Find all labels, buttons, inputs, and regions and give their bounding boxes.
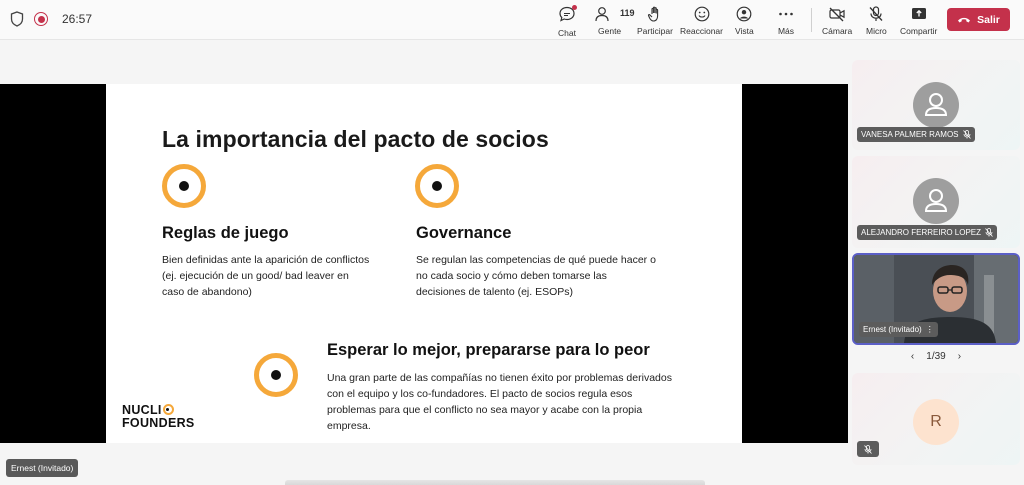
participant-tile[interactable]: ALEJANDRO FERREIRO LOPEZ	[852, 156, 1020, 248]
camera-button[interactable]: Cámara	[822, 5, 852, 36]
presentation-slide: La importancia del pacto de socios Regla…	[106, 84, 742, 443]
logo-line2: FOUNDERS	[122, 416, 195, 430]
shared-screen: La importancia del pacto de socios Regla…	[0, 84, 848, 443]
col3-heading: Esperar lo mejor, prepararse para lo peo…	[327, 341, 650, 359]
share-label: Compartir	[900, 26, 938, 36]
share-button[interactable]: Compartir	[900, 5, 937, 36]
participant-name-tag: Ernest (Invitado) ⋮	[859, 322, 938, 337]
mic-label: Micro	[866, 26, 887, 36]
page-indicator: 1/39	[926, 351, 946, 362]
participant-name-tag: VANESA PALMER RAMOS	[857, 127, 975, 142]
recording-icon	[34, 12, 48, 26]
avatar: R	[913, 399, 959, 445]
toolbar-divider	[811, 8, 812, 32]
share-icon	[911, 8, 926, 19]
participant-name: Ernest (Invitado)	[863, 325, 922, 334]
chat-label: Chat	[558, 28, 576, 38]
mic-off-indicator	[857, 441, 879, 457]
col1-body: Bien definidas ante la aparición de conf…	[162, 254, 370, 298]
leave-label: Salir	[977, 13, 1000, 26]
people-label: Gente	[598, 26, 622, 36]
presenter-name-tag: Ernest (Invitado)	[6, 459, 79, 477]
eye-icon	[415, 164, 459, 208]
hang-up-icon	[958, 17, 971, 22]
more-button[interactable]: Más	[777, 5, 795, 36]
react-label: Reaccionar	[680, 26, 723, 36]
view-label: Vista	[735, 26, 754, 36]
participant-tile[interactable]: R	[852, 373, 1020, 465]
raise-hand-button[interactable]: Participar	[637, 5, 673, 36]
view-button[interactable]: Vista	[735, 5, 754, 36]
hand-icon	[647, 6, 659, 22]
mic-off-icon	[869, 6, 883, 21]
smiley-icon	[694, 6, 709, 22]
participant-pager: ‹ 1/39 ›	[852, 351, 1020, 362]
participate-label: Participar	[637, 26, 673, 36]
nuclio-logo: NUCLI FOUNDERS	[122, 404, 195, 430]
logo-line1: NUCLI	[122, 403, 162, 417]
speaking-icon: ⋮	[925, 325, 934, 334]
col2-body: Se regulan las competencias de qué puede…	[416, 254, 656, 298]
col2-heading: Governance	[416, 224, 512, 242]
participant-name: ALEJANDRO FERREIRO LOPEZ	[861, 228, 982, 237]
unread-dot	[572, 5, 577, 10]
view-icon	[736, 6, 752, 22]
leave-button[interactable]: Salir	[947, 8, 1010, 31]
col1-heading: Reglas de juego	[162, 224, 289, 242]
chevron-left-icon[interactable]: ‹	[911, 351, 914, 362]
mic-off-icon	[864, 444, 872, 454]
mic-button[interactable]: Micro	[866, 5, 887, 36]
chat-button[interactable]: Chat	[558, 5, 577, 38]
mic-off-icon	[985, 228, 993, 237]
camera-off-icon	[829, 7, 845, 22]
logo-o-icon	[162, 404, 174, 415]
people-icon	[594, 7, 609, 22]
camera-label: Cámara	[822, 26, 853, 36]
participant-name: VANESA PALMER RAMOS	[861, 130, 959, 139]
participant-tile[interactable]: VANESA PALMER RAMOS	[852, 60, 1020, 150]
meeting-timer: 26:57	[62, 12, 93, 26]
shield-icon[interactable]	[10, 11, 24, 27]
avatar	[913, 82, 959, 128]
col3-body: Una gran parte de las compañías no tiene…	[327, 372, 672, 432]
people-count: 119	[620, 8, 635, 18]
meeting-toolbar: 26:57 Chat 119 Gente Participar Reaccion…	[0, 0, 1024, 40]
avatar	[913, 178, 959, 224]
react-button[interactable]: Reaccionar	[680, 5, 723, 36]
mic-off-icon	[962, 130, 971, 139]
chevron-right-icon[interactable]: ›	[958, 351, 961, 362]
participant-video-tile[interactable]: Ernest (Invitado) ⋮	[852, 253, 1020, 345]
bottom-bar	[285, 480, 705, 485]
person-icon	[924, 93, 948, 116]
more-icon	[779, 12, 793, 16]
people-button[interactable]: 119 Gente	[594, 5, 635, 36]
slide-title: La importancia del pacto de socios	[162, 126, 549, 152]
participant-name-tag: ALEJANDRO FERREIRO LOPEZ	[857, 225, 998, 240]
more-label: Más	[777, 26, 795, 36]
toolbar-left: 26:57	[10, 11, 92, 27]
person-icon	[924, 189, 948, 212]
eye-icon	[254, 353, 298, 397]
eye-icon	[162, 164, 206, 208]
